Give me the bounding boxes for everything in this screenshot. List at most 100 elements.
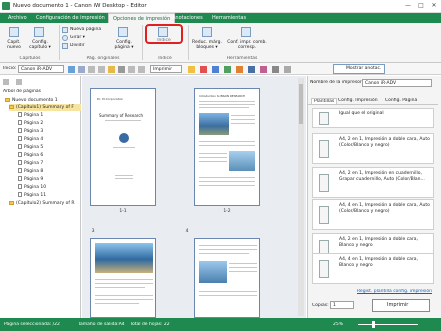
tree-page[interactable]: Página 9 xyxy=(18,176,43,183)
combined-print-button[interactable]: Conf. impr. comb. corresp. xyxy=(226,40,268,50)
tree-page[interactable]: Página 10 xyxy=(18,184,46,191)
print-button[interactable]: Imprimir xyxy=(150,65,182,73)
tab-config-impresion[interactable]: Config. Impresión xyxy=(338,98,378,103)
paste-icon[interactable] xyxy=(108,66,115,73)
page-thumbnail-2[interactable]: Introduction to BRAIN RESEARCH xyxy=(194,88,260,206)
tree-tool-icon[interactable] xyxy=(16,79,22,85)
template-item[interactable]: A4, 2 en 1, Impresión en cuadernillo, Gr… xyxy=(312,167,434,198)
index-button[interactable]: Índice xyxy=(150,38,178,43)
copies-input[interactable]: 1 xyxy=(330,301,354,309)
printer-name-select[interactable]: Canon iR-ADV xyxy=(362,79,432,87)
note-icon[interactable] xyxy=(260,66,267,73)
page-number: 1-1 xyxy=(119,209,127,214)
tree-page[interactable]: Página 3 xyxy=(18,128,43,135)
image-icon[interactable] xyxy=(248,66,255,73)
duplex-bw-icon xyxy=(319,260,329,278)
template-label: A4, 2 en 1, Impresión a doble cara, Auto… xyxy=(339,137,430,148)
zoom-slider-thumb[interactable] xyxy=(372,321,375,328)
delete-icon[interactable] xyxy=(118,66,125,73)
group-label-indice: Índice xyxy=(158,56,172,61)
logo-icon xyxy=(119,133,129,143)
new-page-button[interactable]: Nueva página xyxy=(70,27,101,32)
tree-chapter-1[interactable]: (Capítulo1) Summary of F xyxy=(9,104,81,111)
tree-root[interactable]: Nuevo documento 1 xyxy=(5,97,58,104)
template-item[interactable]: A4, 4 en 1, Impresión a doble cara, Blan… xyxy=(312,253,434,284)
zoom-slider[interactable] xyxy=(358,324,418,325)
highlight-icon[interactable] xyxy=(188,66,195,73)
tree-page[interactable]: Página 2 xyxy=(18,120,43,127)
printer-select[interactable]: Canon iR-ADV xyxy=(18,65,64,73)
chapter-settings-button[interactable]: Config. capítulo ▾ xyxy=(27,40,53,50)
page-number: 4 xyxy=(185,229,189,234)
tree-page[interactable]: Página 7 xyxy=(18,160,43,167)
window-title: Nuevo documento 1 - Canon iW Desktop - E… xyxy=(13,3,147,9)
status-selected-page: Página seleccionada: /22 xyxy=(4,322,60,327)
tab-archivo[interactable]: Archivo xyxy=(4,13,31,23)
tab-plantillas[interactable]: Plantillas xyxy=(311,98,338,104)
chapter-settings-icon[interactable] xyxy=(34,27,44,37)
preview-icon[interactable] xyxy=(78,66,85,73)
new-chapter-icon[interactable] xyxy=(9,27,19,37)
page-thumbnail-1[interactable]: Dr. M.Corporation Summary of Research xyxy=(90,88,156,206)
start-label: Inicio: xyxy=(3,66,17,71)
new-chapter-button[interactable]: Capít. nuevo xyxy=(2,40,26,50)
tree-page[interactable]: Página 11 xyxy=(18,192,46,199)
tab-herramientas[interactable]: Herramientas xyxy=(208,13,250,23)
split-button[interactable]: Dividir xyxy=(70,43,85,48)
tab-config-pagina[interactable]: Config. Página xyxy=(385,98,417,103)
ribbon-separator xyxy=(142,25,143,60)
reduce-margins-icon[interactable] xyxy=(202,27,212,37)
minimize-button[interactable]: — xyxy=(402,1,414,11)
template-item[interactable]: Igual que el original xyxy=(312,108,434,128)
page-settings-button[interactable]: Config. página ▾ xyxy=(110,40,138,50)
tree-page[interactable]: Página 4 xyxy=(18,136,43,143)
shape-icon[interactable] xyxy=(224,66,231,73)
close-button[interactable]: ✕ xyxy=(428,1,440,11)
maximize-button[interactable]: □ xyxy=(415,1,427,11)
status-output-size: Tamaño de salida:A4 xyxy=(78,322,125,327)
rotate-button[interactable]: Girar ▾ xyxy=(70,35,85,40)
photo-image xyxy=(95,243,153,273)
stamp-icon[interactable] xyxy=(200,66,207,73)
template-item[interactable]: A4, 2 en 1, Impresión a doble cara, Auto… xyxy=(312,133,434,164)
page-thumbnail-4[interactable] xyxy=(194,238,260,318)
more-icon[interactable] xyxy=(284,66,291,73)
tree-page[interactable]: Página 5 xyxy=(18,144,43,151)
tab-configuracion-impresion[interactable]: Configuración de impresión xyxy=(32,13,109,23)
copy-icon[interactable] xyxy=(98,66,105,73)
template-label: A4, 4 en 1, Impresión a doble cara, Blan… xyxy=(339,257,418,268)
tree-page[interactable]: Página 8 xyxy=(18,168,43,175)
template-label: A4, 4 en 1, Impresión a doble cara, Auto… xyxy=(339,203,430,214)
tree-chapter-2[interactable]: (Capítulo2) Summary of R xyxy=(9,200,81,207)
text-icon[interactable] xyxy=(212,66,219,73)
tree-tool-icon[interactable] xyxy=(3,79,9,85)
arrow-icon[interactable] xyxy=(272,66,279,73)
group-label-herramientas: Herramientas xyxy=(226,56,258,61)
tab-anotaciones[interactable]: Anotaciones xyxy=(168,13,207,23)
template-item[interactable]: A4, 4 en 1, Impresión a doble cara, Auto… xyxy=(312,199,434,230)
print-submit-button[interactable]: Imprimir xyxy=(372,299,430,312)
register-template-link[interactable]: Regist. plantilla config. impresión xyxy=(357,289,432,294)
index-icon[interactable] xyxy=(158,27,168,37)
template-label: A4, 2 en 1, Impresión a doble cara, Blan… xyxy=(339,237,418,248)
tree-page[interactable]: Página 6 xyxy=(18,152,43,159)
vertical-scrollbar[interactable] xyxy=(298,78,304,316)
settings-icon[interactable] xyxy=(68,66,75,73)
group-label-pag-originales: Pág. originales xyxy=(86,56,120,61)
combined-print-icon[interactable] xyxy=(241,27,251,37)
show-notes-button[interactable]: Mostrar anotac. xyxy=(333,64,385,74)
cut-icon[interactable] xyxy=(88,66,95,73)
undo-icon[interactable] xyxy=(128,66,135,73)
tree-page[interactable]: Página 1 xyxy=(18,112,43,119)
tab-opciones-impresion[interactable]: Opciones de impresión xyxy=(108,13,176,23)
page2-title: Introduction to BRAIN RESEARCH xyxy=(199,94,246,98)
redo-icon[interactable] xyxy=(138,66,145,73)
page1-author: Dr. M.Corporation xyxy=(97,97,124,101)
page-settings-icon[interactable] xyxy=(118,27,128,37)
booklet-icon xyxy=(319,174,329,192)
template-label: Igual que el original xyxy=(339,111,384,116)
page-thumbnail-3[interactable] xyxy=(90,238,156,318)
reduce-margins-button[interactable]: Reduc. márg. bloques ▾ xyxy=(190,40,224,50)
document-icon xyxy=(319,112,329,125)
line-icon[interactable] xyxy=(236,66,243,73)
